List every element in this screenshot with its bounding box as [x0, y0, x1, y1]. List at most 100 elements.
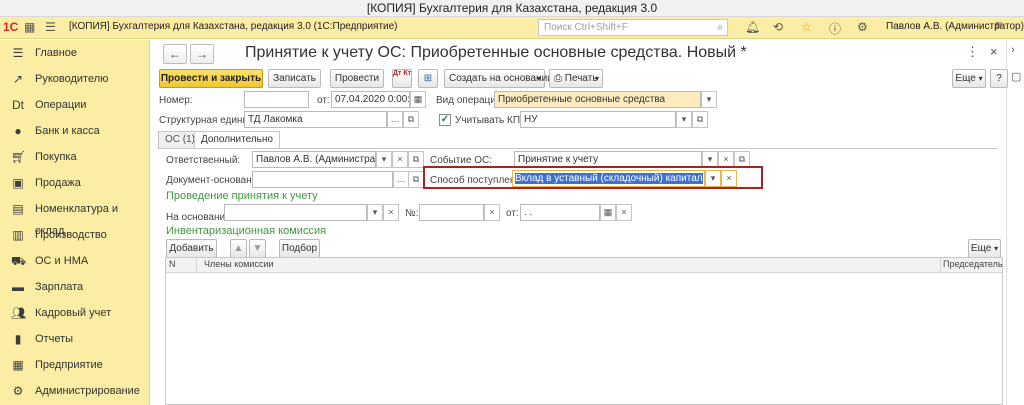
dropdown-arrow-icon: ▾	[978, 74, 983, 83]
sidebar-item-reports[interactable]: ▮ Отчеты	[0, 328, 150, 354]
sidebar-item-operations[interactable]: Dt Операции	[0, 94, 150, 120]
table-more-label: Еще	[970, 243, 992, 254]
app-title: [КОПИЯ] Бухгалтерия для Казахстана, реда…	[69, 21, 398, 32]
dropdown-arrow-icon[interactable]: ▾	[676, 111, 692, 128]
kpn-checkbox[interactable]: ✓	[439, 114, 451, 126]
sidebar-item-fixed-assets[interactable]: ⛟ ОС и НМА	[0, 250, 150, 276]
sidebar-item-admin[interactable]: ⚙ Администрирование	[0, 380, 150, 405]
clear-icon[interactable]: ×	[392, 151, 408, 168]
bell-icon[interactable]: 🔔︎	[745, 20, 760, 34]
sidebar-item-nomenclature[interactable]: ▤ Номенклатура и склад	[0, 198, 150, 237]
clear-icon[interactable]: ×	[616, 204, 632, 221]
post-and-close-button[interactable]: Провести и закрыть	[159, 69, 263, 88]
sidebar-item-label: Зарплата	[35, 281, 84, 293]
more-dropdown[interactable]: Еще ▾	[952, 69, 986, 88]
column-header-chair[interactable]: Председатель	[943, 259, 1003, 269]
sidebar-item-salary[interactable]: ▬ Зарплата	[0, 276, 150, 302]
column-header-members[interactable]: Члены комиссии	[204, 259, 274, 269]
sidebar-item-enterprise[interactable]: ▦ Предприятие	[0, 354, 150, 380]
open-icon[interactable]: ⧉	[408, 171, 424, 188]
dropdown-arrow-icon[interactable]: ▾	[367, 204, 383, 221]
search-placeholder: Поиск Ctrl+Shift+F	[544, 22, 628, 33]
sidebar-item-manager[interactable]: ↗ Руководителю	[0, 68, 150, 94]
coin-icon: ●	[14, 124, 22, 138]
print-dropdown[interactable]: ⎙ Печать ▾	[549, 69, 603, 88]
back-button[interactable]: ←	[163, 44, 187, 64]
pick-button[interactable]: Подбор	[279, 239, 320, 258]
from-label: от:	[506, 208, 519, 219]
more-actions-icon[interactable]: ⋮	[966, 44, 979, 60]
dropdown-arrow-icon: ▾	[536, 74, 541, 83]
kpn-field[interactable]: НУ	[520, 111, 676, 128]
struct-unit-field[interactable]: ТД Лакомка	[244, 111, 387, 128]
report-icon: ▮	[14, 332, 22, 346]
open-icon[interactable]: ⧉	[692, 111, 708, 128]
history-icon[interactable]: ⟲	[773, 20, 783, 34]
basis-doc-label: Документ-основание:	[166, 175, 266, 186]
clear-icon[interactable]: ×	[484, 204, 500, 221]
open-icon[interactable]: ⧉	[403, 111, 419, 128]
sidebar-item-label: Руководителю	[35, 73, 109, 85]
info-icon[interactable]: ⓘ	[829, 20, 841, 37]
responsible-field[interactable]: Павлов А.В. (Администратор)	[252, 151, 376, 168]
clear-icon[interactable]: ×	[383, 204, 399, 221]
ellipsis-icon[interactable]: …	[387, 111, 403, 128]
receipt-method-select[interactable]: Вклад в уставный (складочный) капитал	[512, 170, 705, 187]
people-icon: 👥︎	[11, 306, 27, 320]
panel-toggle-icon[interactable]: ▢	[1011, 70, 1021, 83]
settings-icon[interactable]: ⚙	[857, 20, 868, 34]
add-button[interactable]: Добавить	[166, 239, 217, 258]
help-button[interactable]: ?	[990, 69, 1008, 88]
gear-icon: ⚙	[12, 384, 24, 398]
dropdown-arrow-icon[interactable]: ▾	[376, 151, 392, 168]
forward-button[interactable]: →	[190, 44, 214, 64]
structure-icon[interactable]: ⊞	[418, 69, 438, 88]
commission-table[interactable]: N Члены комиссии Председатель	[165, 257, 1003, 405]
collapse-icon[interactable]: ›	[1011, 44, 1015, 56]
open-icon[interactable]: ⧉	[408, 151, 424, 168]
move-up-icon[interactable]: ▲	[230, 239, 247, 258]
doc-number-field[interactable]	[419, 204, 484, 221]
calendar-icon[interactable]: ▦	[410, 91, 426, 108]
chart-icon: ↗	[12, 72, 24, 86]
clear-icon[interactable]: ×	[721, 170, 737, 187]
user-name[interactable]: Павлов А.В. (Администратор)	[886, 21, 1024, 32]
basis-doc-field[interactable]	[252, 171, 393, 188]
close-icon[interactable]: ×	[990, 44, 998, 59]
search-input[interactable]: Поиск Ctrl+Shift+F ⌕	[538, 19, 728, 36]
from-date-field[interactable]: . .	[520, 204, 600, 221]
building-icon: ▦	[12, 358, 24, 372]
sidebar-item-purchase[interactable]: 🛒︎ Покупка	[0, 146, 150, 172]
dropdown-arrow-icon[interactable]: ▾	[701, 91, 717, 108]
ellipsis-icon[interactable]: …	[393, 171, 409, 188]
sidebar-item-label: Кадровый учет	[35, 307, 112, 319]
dt-kt-button[interactable]: Дт Кт	[392, 69, 412, 88]
dropdown-arrow-icon[interactable]: ▾	[705, 170, 721, 187]
table-more-dropdown[interactable]: Еще ▾	[968, 239, 1001, 258]
menu-dots-icon[interactable]: ≡	[995, 18, 1002, 32]
apps-icon[interactable]: ▦	[24, 20, 35, 34]
sidebar-item-bank[interactable]: ● Банк и касса	[0, 120, 150, 146]
sidebar-item-sales[interactable]: ▣ Продажа	[0, 172, 150, 198]
star-icon[interactable]: ☆	[801, 20, 812, 34]
number-field[interactable]	[244, 91, 309, 108]
create-based-on-dropdown[interactable]: Создать на основании ▾	[444, 69, 553, 88]
table-header: N Члены комиссии Председатель	[166, 258, 1003, 273]
save-button[interactable]: Записать	[268, 69, 321, 88]
post-button[interactable]: Провести	[330, 69, 384, 88]
sidebar-item-production[interactable]: ▥ Производство	[0, 224, 150, 250]
bag-icon: ▣	[12, 176, 24, 190]
sidebar-item-main[interactable]: ☰ Главное	[0, 42, 150, 68]
column-header-n[interactable]: N	[169, 259, 176, 269]
tab-additional[interactable]: Дополнительно	[194, 131, 280, 148]
date-field[interactable]: 07.04.2020 0:00:00	[331, 91, 410, 108]
calendar-icon[interactable]: ▦	[600, 204, 616, 221]
sidebar-item-hr[interactable]: 👥︎ Кадровый учет	[0, 302, 150, 328]
sidebar-item-label: Операции	[35, 99, 87, 111]
hamburger-icon[interactable]: ☰	[45, 20, 56, 34]
print-icon: ⎙	[554, 73, 562, 84]
operation-type-select[interactable]: Приобретенные основные средства	[494, 91, 701, 108]
search-icon[interactable]: ⌕	[717, 20, 723, 35]
move-down-icon[interactable]: ▼	[249, 239, 266, 258]
based-on-field[interactable]	[224, 204, 367, 221]
